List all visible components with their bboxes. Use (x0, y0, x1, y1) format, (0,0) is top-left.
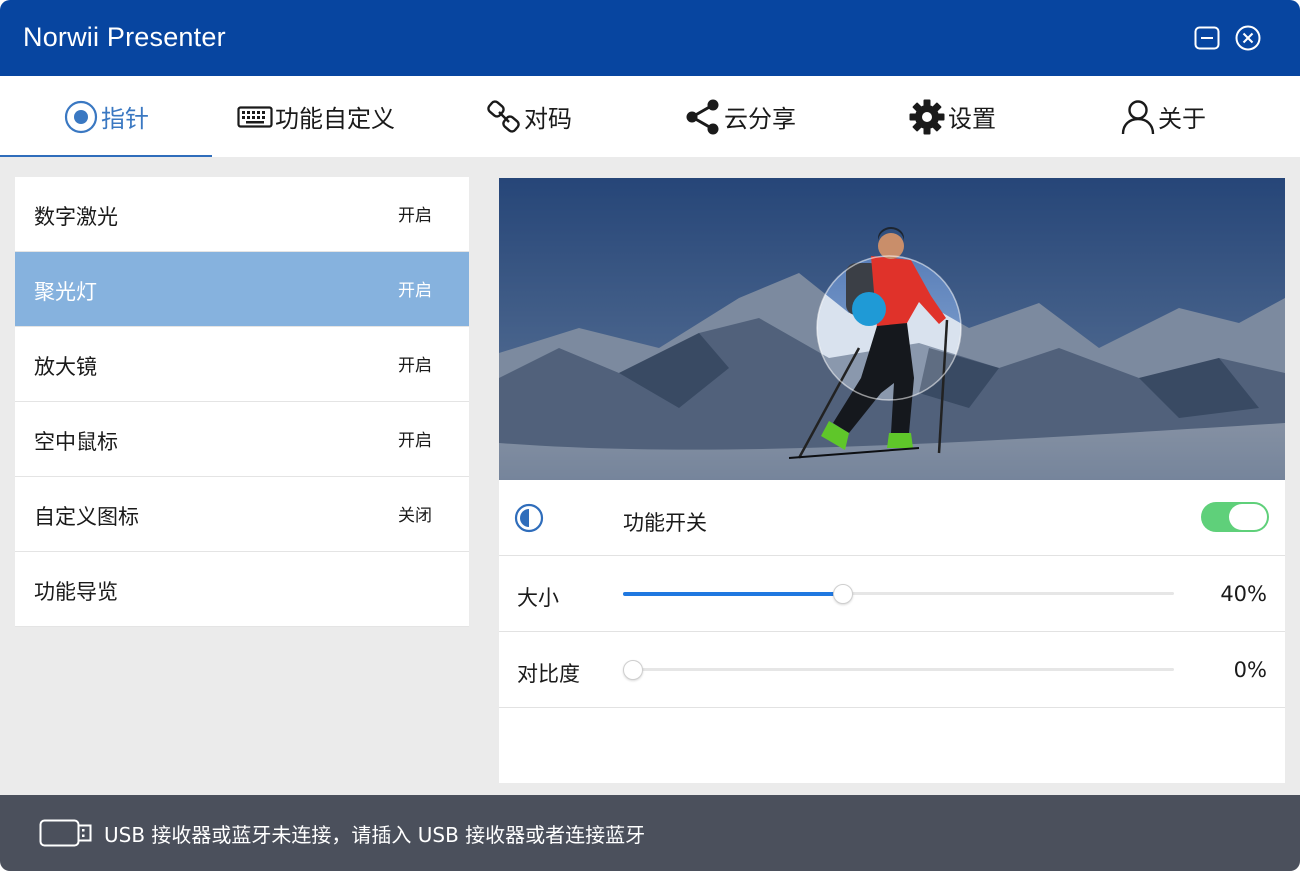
list-item-magnifier[interactable]: 放大镜 开启 (15, 327, 469, 402)
tab-bar: 指针 功能自定义 对码 云分享 设置 关于 (0, 76, 1300, 157)
settings-panel: 功能开关 大小 40% 对比度 0% (499, 178, 1285, 783)
slider-fill (623, 592, 843, 596)
list-item-feature-tour[interactable]: 功能导览 (15, 552, 469, 627)
link-icon (486, 99, 522, 135)
list-item-spotlight[interactable]: 聚光灯 开启 (15, 252, 469, 327)
tab-label: 设置 (948, 105, 996, 133)
tab-label: 功能自定义 (275, 105, 395, 133)
tab-label: 指针 (101, 105, 149, 133)
feature-state: 关闭 (398, 506, 432, 526)
feature-state: 开启 (398, 206, 432, 226)
app-window: Norwii Presenter 指针 功能自定义 对码 云分享 设置 关于 数… (0, 0, 1300, 871)
feature-state: 开启 (398, 281, 432, 301)
list-item-air-mouse[interactable]: 空中鼠标 开启 (15, 402, 469, 477)
spotlight-preview-image (499, 178, 1285, 480)
contrast-value: 0% (1233, 658, 1267, 682)
feature-switch-toggle[interactable] (1201, 502, 1269, 532)
list-item-digital-laser[interactable]: 数字激光 开启 (15, 177, 469, 252)
slider-thumb[interactable] (833, 584, 853, 604)
feature-switch-label: 功能开关 (623, 511, 707, 535)
close-circle-icon (1235, 25, 1261, 51)
tab-cloud-share[interactable]: 云分享 (684, 76, 796, 157)
contrast-slider[interactable] (623, 660, 1174, 680)
feature-name: 自定义图标 (34, 505, 139, 529)
feature-name: 放大镜 (34, 355, 97, 379)
feature-name: 功能导览 (34, 580, 118, 604)
tab-pairing[interactable]: 对码 (486, 76, 572, 157)
slider-thumb[interactable] (623, 660, 643, 680)
minimize-icon (1194, 26, 1220, 50)
size-row: 大小 40% (499, 556, 1285, 632)
connection-status-text: USB 接收器或蓝牙未连接，请插入 USB 接收器或者连接蓝牙 (104, 823, 646, 847)
tab-about[interactable]: 关于 (1120, 76, 1206, 157)
tab-label: 关于 (1158, 105, 1206, 133)
tab-customize[interactable]: 功能自定义 (237, 76, 395, 157)
app-title: Norwii Presenter (23, 22, 226, 52)
tab-label: 对码 (524, 105, 572, 133)
active-tab-indicator (0, 155, 212, 157)
feature-name: 聚光灯 (34, 280, 97, 304)
size-value: 40% (1220, 582, 1267, 606)
gear-icon (908, 98, 946, 136)
close-button[interactable] (1234, 24, 1262, 52)
slider-track (623, 668, 1174, 671)
feature-name: 数字激光 (34, 205, 118, 229)
size-label: 大小 (517, 586, 559, 610)
feature-state: 开启 (398, 356, 432, 376)
toggle-knob (1229, 504, 1267, 530)
minimize-button[interactable] (1193, 24, 1221, 52)
contrast-icon (514, 503, 544, 533)
size-slider[interactable] (623, 584, 1174, 604)
title-bar: Norwii Presenter (0, 0, 1300, 76)
feature-name: 空中鼠标 (34, 430, 118, 454)
feature-switch-row: 功能开关 (499, 480, 1285, 556)
tab-settings[interactable]: 设置 (908, 76, 996, 157)
share-icon (684, 98, 722, 136)
usb-receiver-icon (39, 819, 92, 847)
target-pointer-icon (63, 99, 99, 135)
feature-list: 数字激光 开启 聚光灯 开启 放大镜 开启 空中鼠标 开启 自定义图标 关闭 功… (15, 177, 469, 627)
feature-state: 开启 (398, 431, 432, 451)
contrast-row: 对比度 0% (499, 632, 1285, 708)
list-item-custom-icon[interactable]: 自定义图标 关闭 (15, 477, 469, 552)
contrast-label: 对比度 (517, 662, 580, 686)
keyboard-icon (237, 105, 273, 129)
user-icon (1120, 98, 1156, 136)
tab-label: 云分享 (724, 105, 796, 133)
status-bar: USB 接收器或蓝牙未连接，请插入 USB 接收器或者连接蓝牙 (0, 795, 1300, 871)
tab-pointer[interactable]: 指针 (63, 76, 149, 157)
